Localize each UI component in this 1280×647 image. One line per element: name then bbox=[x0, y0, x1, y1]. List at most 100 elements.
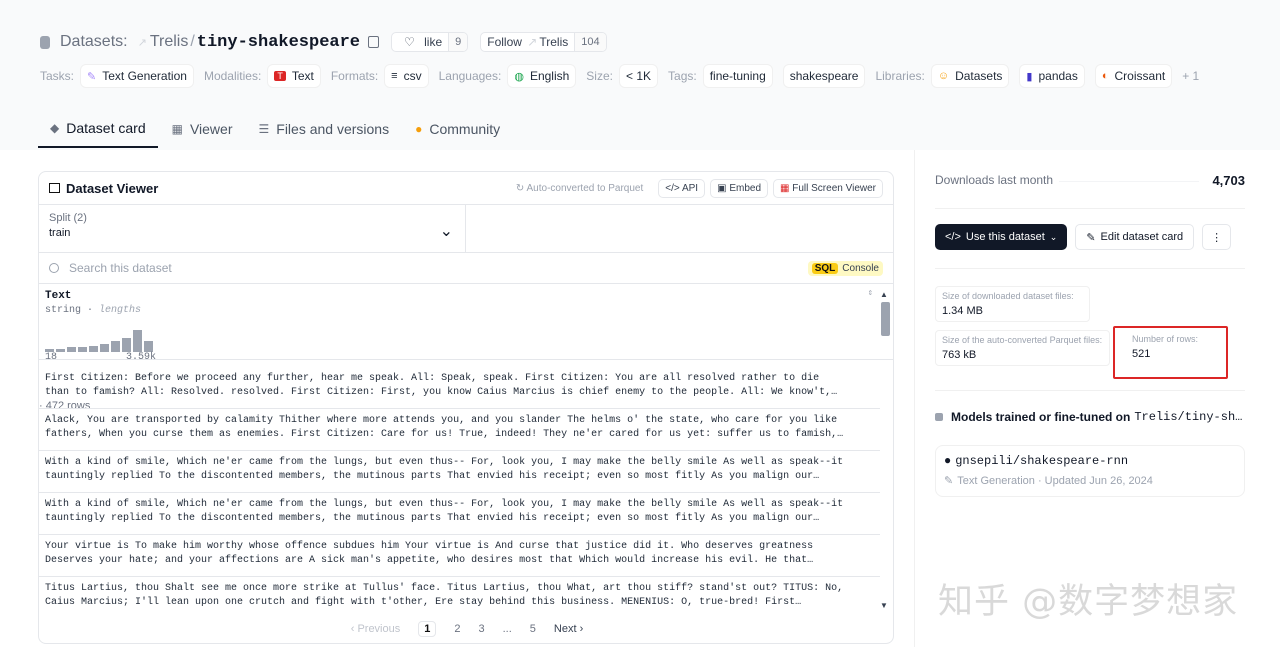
text-generation-icon: ✎ bbox=[87, 70, 97, 83]
auto-converted-label: Auto-converted to Parquet bbox=[526, 182, 644, 194]
sort-icon[interactable]: ⇕ bbox=[868, 288, 873, 298]
model-task: Text Generation bbox=[957, 475, 1035, 487]
like-label: like bbox=[424, 35, 443, 49]
downloads-label: Downloads last month bbox=[935, 173, 1054, 187]
like-button[interactable]: ♡ like 9 bbox=[391, 32, 469, 52]
table-row[interactable]: With a kind of smile, Which ne'er came f… bbox=[39, 493, 880, 535]
embed-icon: ▣ bbox=[717, 182, 727, 194]
croissant-icon: ◐ bbox=[1101, 70, 1109, 82]
downloads-value: 4,703 bbox=[1212, 173, 1245, 188]
table-row[interactable]: With a kind of smile, Which ne'er came f… bbox=[39, 451, 880, 493]
like-count: 9 bbox=[448, 33, 468, 51]
sql-console-button[interactable]: SQL Console bbox=[807, 260, 883, 276]
tag-lib-datasets[interactable]: ☺ Datasets bbox=[930, 64, 1010, 88]
row-line: With a kind of smile, Which ne'er came f… bbox=[45, 499, 844, 510]
search-input[interactable]: Search this dataset bbox=[69, 261, 172, 275]
tag-modality[interactable]: T Text bbox=[267, 64, 321, 88]
tab-community[interactable]: ● Community bbox=[403, 110, 512, 148]
table-row[interactable]: Your virtue is To make him worthy whose … bbox=[39, 535, 880, 577]
table-row[interactable]: First Citizen: Before we proceed any fur… bbox=[39, 367, 880, 409]
page-1[interactable]: 1 bbox=[418, 621, 437, 637]
page-2[interactable]: 2 bbox=[454, 623, 460, 635]
database-icon bbox=[40, 35, 50, 49]
row-line: First Citizen: Before we proceed any fur… bbox=[45, 373, 820, 384]
repo-name[interactable]: tiny-shakespeare bbox=[197, 33, 360, 52]
pagination: ‹ Previous 1 2 3 ... 5 Next › bbox=[39, 615, 893, 643]
scroll-up-icon[interactable]: ▲ bbox=[880, 290, 888, 299]
row-line: tauntingly replied To the discontented m… bbox=[45, 471, 820, 482]
more-libraries[interactable]: + 1 bbox=[1182, 69, 1199, 83]
code-icon: </> bbox=[945, 231, 961, 243]
follow-button[interactable]: Follow ↗ Trelis 104 bbox=[480, 32, 607, 52]
scrollbar[interactable]: ▲ ▼ bbox=[879, 290, 890, 610]
heart-icon: ♡ bbox=[404, 35, 415, 49]
tab-dataset-card[interactable]: ◆ Dataset card bbox=[38, 110, 158, 148]
tag-fine-tuning[interactable]: fine-tuning bbox=[702, 64, 773, 88]
model-name: gnsepili/shakespeare-rnn bbox=[955, 454, 1129, 468]
tag-label: Croissant bbox=[1114, 69, 1166, 83]
tag-size[interactable]: < 1K bbox=[618, 64, 659, 88]
parquet-size-label: Size of the auto-converted Parquet files… bbox=[942, 335, 1103, 345]
csv-icon: ≡ bbox=[391, 70, 398, 82]
scroll-down-icon[interactable]: ▼ bbox=[880, 601, 888, 610]
community-icon: ● bbox=[415, 122, 423, 136]
auto-converted-link[interactable]: ↻ Auto-converted to Parquet bbox=[516, 183, 643, 194]
tag-format[interactable]: ≡ csv bbox=[384, 64, 429, 88]
tags-label: Tags: bbox=[668, 69, 697, 83]
text-generation-icon: ✎ bbox=[944, 475, 954, 487]
tab-label: Dataset card bbox=[66, 120, 146, 136]
split-name: train bbox=[49, 227, 71, 239]
row-line: than to famish? All: Resolved. resolved.… bbox=[45, 387, 838, 398]
page-5[interactable]: 5 bbox=[530, 623, 536, 635]
follow-label: Follow bbox=[487, 35, 522, 49]
embed-button[interactable]: ▣ Embed bbox=[710, 178, 769, 198]
text-modality-icon: T bbox=[274, 71, 286, 81]
chevron-down-icon: ⌄ bbox=[1049, 231, 1058, 242]
tag-lib-croissant[interactable]: ◐ Croissant bbox=[1094, 64, 1173, 88]
fullscreen-icon: ▦ bbox=[780, 182, 790, 194]
row-line: Deserves your hate; and your affections … bbox=[45, 555, 814, 566]
tag-lib-pandas[interactable]: ▮ pandas bbox=[1019, 64, 1085, 88]
viewer-header: Dataset Viewer ↻ Auto-converted to Parqu… bbox=[39, 172, 893, 205]
divider bbox=[935, 208, 1245, 209]
tag-label: English bbox=[529, 69, 570, 83]
column-sub: lengths bbox=[99, 305, 142, 316]
tasks-label: Tasks: bbox=[40, 69, 75, 83]
files-icon: ☰ bbox=[258, 122, 270, 136]
table-row[interactable]: Titus Lartius, thou Shalt see me once mo… bbox=[39, 577, 880, 619]
copy-icon[interactable] bbox=[368, 36, 380, 48]
edit-card-button[interactable]: ✎ Edit dataset card bbox=[1075, 224, 1195, 250]
tag-shakespeare[interactable]: shakespeare bbox=[782, 64, 866, 88]
tag-label: csv bbox=[403, 69, 422, 83]
table-icon: ▦ bbox=[171, 122, 183, 136]
column-type: string bbox=[45, 305, 82, 316]
next-page[interactable]: Next › bbox=[554, 623, 583, 635]
datasets-link[interactable]: Datasets: bbox=[60, 33, 128, 51]
page-3[interactable]: 3 bbox=[479, 623, 485, 635]
histogram-bar bbox=[89, 346, 98, 352]
split-selector[interactable]: Split (2) train · 472 rows ⌄ bbox=[39, 205, 466, 412]
column-name: Text bbox=[45, 290, 72, 302]
histogram-bar bbox=[111, 341, 120, 352]
tag-language[interactable]: ◍ English bbox=[507, 64, 577, 88]
table-row[interactable]: Alack, You are transported by calamity T… bbox=[39, 409, 880, 451]
follow-count: 104 bbox=[574, 33, 606, 51]
histogram-bar bbox=[122, 338, 131, 352]
row-line: Alack, You are transported by calamity T… bbox=[45, 415, 838, 426]
owner-link[interactable]: Trelis bbox=[150, 33, 189, 51]
languages-label: Languages: bbox=[438, 69, 502, 83]
previous-page[interactable]: ‹ Previous bbox=[351, 623, 401, 635]
search-icon bbox=[49, 263, 59, 273]
libraries-label: Libraries: bbox=[875, 69, 925, 83]
tab-viewer[interactable]: ▦ Viewer bbox=[160, 110, 245, 148]
more-options-button[interactable]: ⋮ bbox=[1202, 224, 1232, 250]
scroll-thumb[interactable] bbox=[881, 302, 890, 336]
tag-task[interactable]: ✎ Text Generation bbox=[80, 64, 194, 88]
model-card[interactable]: ● gnsepili/shakespeare-rnn ✎ Text Generati… bbox=[935, 445, 1245, 497]
tab-files[interactable]: ☰ Files and versions bbox=[247, 110, 402, 148]
use-dataset-button[interactable]: </> Use this dataset ⌄ bbox=[935, 224, 1068, 250]
formats-label: Formats: bbox=[330, 69, 379, 83]
api-button[interactable]: </> API bbox=[658, 178, 706, 198]
modalities-label: Modalities: bbox=[203, 69, 262, 83]
fullscreen-button[interactable]: ▦ Full Screen Viewer bbox=[773, 178, 883, 198]
